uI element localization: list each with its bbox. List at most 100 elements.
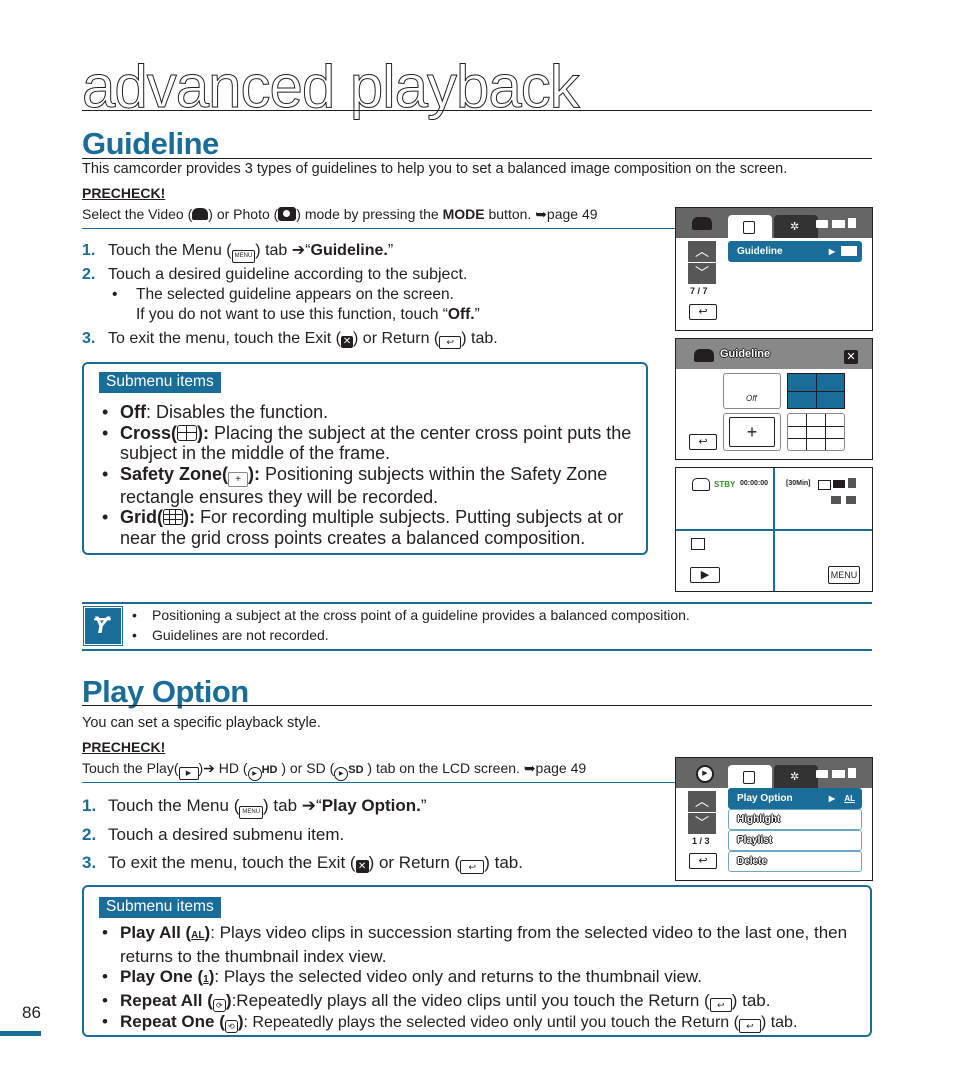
return-button[interactable]: ↩ (689, 853, 717, 869)
bullet-text: If you do not want to use this function,… (136, 305, 480, 325)
recording-time: 00:00:00 (740, 480, 769, 487)
grid-guide-icon (163, 509, 183, 525)
step-text: ) tab ➔“ (255, 242, 311, 259)
item-desc: ) tab. (731, 990, 771, 1010)
item-name: Play All ( (120, 923, 192, 942)
step-2: 2. Touch a desired guideline according to… (82, 265, 467, 285)
page-reference-link[interactable]: ➥page 49 (535, 206, 597, 222)
step-1: 1. Touch the Menu (MENU) tab ➔“Play Optio… (82, 796, 427, 819)
battery-icon (832, 770, 845, 778)
scroll-up-button[interactable]: ︿ (688, 791, 716, 812)
precheck-text: Select the Video () or Photo () mode by … (82, 206, 598, 223)
card-icon (818, 480, 831, 490)
option-grid[interactable] (787, 413, 845, 451)
note-rule-bottom (82, 649, 872, 651)
menu-tab[interactable] (728, 765, 772, 788)
step-number: 3. (82, 330, 96, 347)
menu-icon: MENU (231, 250, 256, 263)
menu-item-highlight[interactable]: Highlight (728, 809, 862, 830)
item-name: Safety Zone( (120, 463, 229, 484)
lcd-screen-guideline-menu: ✲ ︿ ﹀ 7 / 7 ↩ Guideline ▶ (675, 207, 873, 331)
item-name: Repeat All ( (120, 990, 213, 1010)
card-icon (816, 220, 828, 228)
precheck-text-part: ) or SD ( (277, 760, 335, 776)
screen-top-bar: ✲ (676, 208, 872, 238)
option-safety-zone[interactable]: + (723, 413, 781, 451)
item-desc: For recording multiple subjects. Putting… (120, 507, 624, 548)
precheck-text-part: )➔ HD ( (198, 760, 248, 776)
repeat-all-icon: ⟳ (212, 998, 226, 1012)
step-text: Touch the Menu ( (108, 796, 240, 815)
settings-tab[interactable]: ✲ (774, 215, 818, 238)
note-item: Positioning a subject at the cross point… (130, 605, 690, 625)
item-name-end: ): (183, 507, 195, 527)
quality-icon (848, 478, 856, 488)
page-reference-link[interactable]: ➥page 49 (524, 760, 586, 776)
section-title-guideline: Guideline (82, 126, 219, 161)
menu-tab[interactable] (728, 215, 772, 238)
gear-icon: ✲ (790, 221, 800, 233)
safety-zone-icon: + (729, 417, 775, 447)
note-icon: Ɏ (83, 606, 123, 646)
precheck-text-part: Select the Video ( (82, 206, 193, 222)
submenu-item-safety-zone: Safety Zone(+): Positioning subjects wit… (100, 464, 640, 508)
item-name: Repeat One ( (120, 1011, 225, 1031)
step-3: 3. To exit the menu, touch the Exit (✕) o… (82, 329, 498, 349)
arrow-right-icon: ▶ (828, 247, 835, 256)
scroll-down-button[interactable]: ﹀ (688, 813, 716, 834)
step-bold: Guideline. (310, 242, 388, 259)
storage-icon (691, 538, 705, 550)
item-name: Cross( (120, 422, 178, 443)
submenu-item-play-all: Play All (AL): Plays video clips in succ… (100, 923, 860, 967)
page-indicator: 7 / 7 (690, 286, 708, 296)
guideline-horizontal (676, 529, 872, 531)
return-button[interactable]: ↩ (689, 304, 717, 320)
submenu-item-repeat-all: Repeat All (⟳):Repeatedly plays all the … (100, 991, 860, 1012)
return-button[interactable]: ↩ (689, 434, 717, 450)
option-off-label: Off (746, 394, 757, 403)
section-rule (82, 158, 872, 159)
scroll-up-button[interactable]: ︿ (688, 241, 716, 262)
step-bold: Play Option. (321, 796, 421, 815)
precheck-text-part: ) tab on the LCD screen. (363, 760, 524, 776)
mode-button-label: MODE (442, 206, 485, 222)
scroll-down-button[interactable]: ﹀ (688, 263, 716, 284)
step-number: 3. (82, 853, 97, 872)
play-tab-icon: ▶ (178, 767, 199, 780)
note-rule-top (82, 602, 872, 604)
menu-item-playlist[interactable]: Playlist (728, 830, 862, 851)
submenu-label: Submenu items (99, 372, 221, 393)
repeat-one-icon: ⟲ (224, 1019, 238, 1033)
sd-label: SD (348, 764, 364, 776)
play-hd-icon: ▶ (247, 767, 262, 781)
page-number-bar (0, 1031, 41, 1036)
bullet-text-part: If you do not want to use this function,… (136, 306, 448, 323)
option-cross-selected[interactable] (787, 373, 845, 409)
step-text: ” (420, 796, 427, 815)
step-text: Touch the Menu ( (108, 242, 232, 259)
precheck-label: PRECHECK! (82, 739, 166, 755)
chapter-rule (82, 110, 872, 111)
menu-item-delete[interactable]: Delete (728, 851, 862, 872)
step-3: 3. To exit the menu, touch the Exit (✕) o… (82, 853, 523, 874)
menu-item-label: Playlist (737, 835, 773, 846)
step-text: ) tab. (461, 330, 498, 347)
step-text: ) or Return ( (368, 853, 461, 872)
page-number: 86 (22, 1003, 41, 1022)
screen-top-bar: ▶ ✲ (676, 758, 872, 788)
menu-item-play-option[interactable]: Play Option ▶ AL (728, 788, 862, 809)
exit-button[interactable]: ✕ (844, 350, 858, 364)
bullet-text: The selected guideline appears on the sc… (136, 286, 454, 303)
screen-title: Guideline (720, 348, 771, 360)
menu-item-label: Play Option (737, 793, 793, 804)
menu-button[interactable]: MENU (828, 566, 860, 584)
play-button[interactable]: ▶ (690, 567, 720, 583)
option-off[interactable]: Off (723, 373, 781, 409)
settings-tab[interactable]: ✲ (774, 765, 818, 788)
item-desc: :Repeatedly plays all the video clips un… (231, 990, 710, 1010)
exit-icon: ✕ (341, 336, 354, 348)
precheck-rule (82, 228, 676, 229)
menu-item-guideline[interactable]: Guideline ▶ (728, 241, 862, 262)
precheck-label: PRECHECK! (82, 185, 166, 201)
step-text: ) tab. (484, 853, 523, 872)
